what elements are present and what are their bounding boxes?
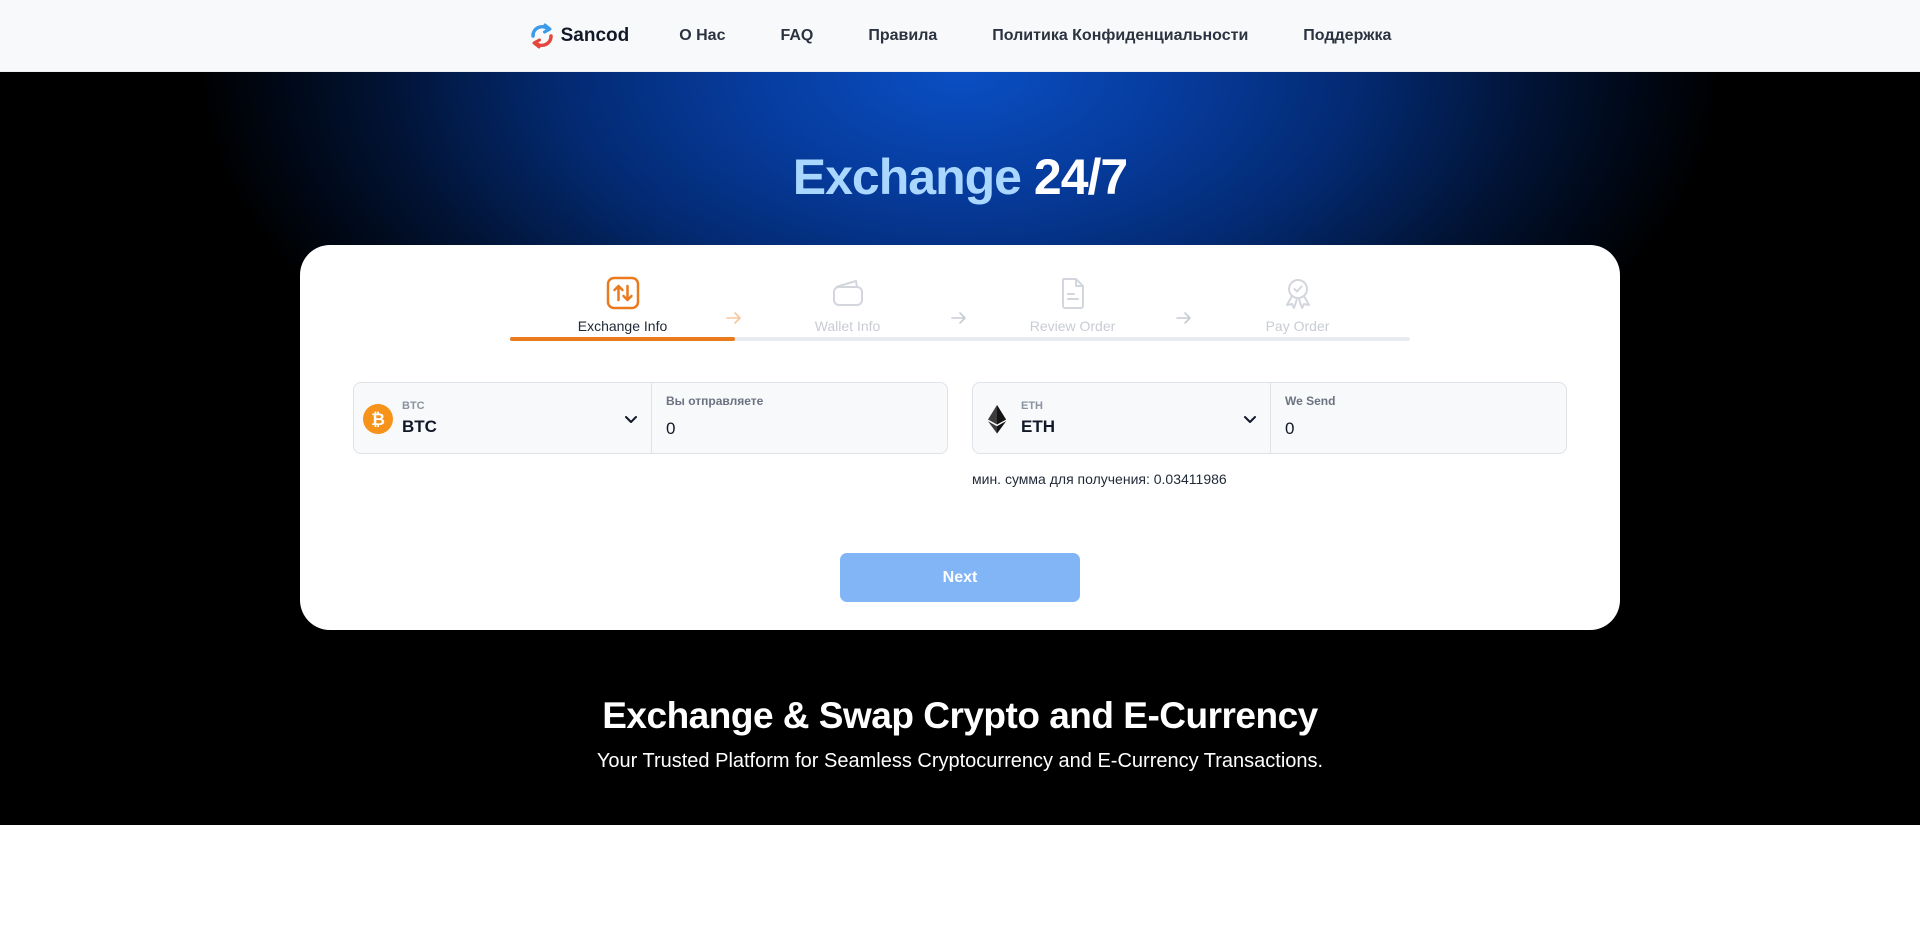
- hero-title-highlight: Exchange: [792, 149, 1022, 205]
- step-progress-fill: [510, 337, 735, 341]
- step-wallet-info[interactable]: Wallet Info: [735, 275, 960, 334]
- badge-icon: [1285, 279, 1310, 309]
- min-receive-note: мин. сумма для получения: 0.03411986: [972, 471, 1227, 487]
- hero-title: Exchange 24/7: [0, 148, 1920, 206]
- bitcoin-icon: ₿: [363, 404, 393, 434]
- sancod-logo-icon: [530, 23, 553, 48]
- step-label: Pay Order: [1265, 318, 1330, 334]
- stepper: Exchange Info Wallet Info Review Order P…: [510, 275, 1410, 341]
- receive-currency-code: ETH: [1021, 400, 1043, 412]
- hero-title-suffix: 24/7: [1033, 149, 1128, 205]
- send-amount-input[interactable]: [666, 416, 926, 442]
- top-navigation: Sancod О Нас FAQ Правила Политика Конфид…: [0, 0, 1920, 72]
- nav-link-privacy-policy[interactable]: Политика Конфиденциальности: [992, 27, 1248, 45]
- brand-name: Sancod: [560, 24, 630, 46]
- chevron-down-icon: [625, 416, 637, 423]
- step-exchange-info[interactable]: Exchange Info: [510, 275, 735, 334]
- step-progress-bar: [510, 337, 1410, 341]
- receive-amount-container: We Send: [1271, 383, 1566, 453]
- receive-amount-input[interactable]: [1285, 416, 1545, 442]
- step-label: Wallet Info: [814, 318, 881, 334]
- nav-link-about[interactable]: О Нас: [679, 27, 725, 45]
- nav-menu: Sancod О Нас FAQ Правила Политика Конфид…: [529, 23, 1391, 49]
- step-review-order[interactable]: Review Order: [960, 275, 1185, 334]
- tagline-subtitle: Your Trusted Platform for Seamless Crypt…: [596, 750, 1324, 772]
- send-amount-label: Вы отправляете: [666, 394, 764, 408]
- send-field-group: ₿ BTC BTC Вы отправляете: [353, 382, 948, 454]
- chevron-down-icon: [1244, 416, 1256, 423]
- receive-amount-label: We Send: [1285, 394, 1336, 408]
- svg-text:₿: ₿: [371, 410, 385, 430]
- brand-link[interactable]: Sancod: [529, 23, 630, 49]
- receive-currency-name: ETH: [1021, 417, 1055, 436]
- nav-link-faq[interactable]: FAQ: [780, 27, 813, 45]
- step-label: Exchange Info: [577, 318, 668, 334]
- nav-link-support[interactable]: Поддержка: [1303, 27, 1391, 45]
- wallet-icon: [832, 280, 863, 306]
- next-button[interactable]: Next: [840, 553, 1080, 602]
- hero-section: Exchange 24/7 Exchange Info Wallet Info …: [0, 72, 1920, 825]
- send-currency-select[interactable]: ₿ BTC BTC: [354, 383, 652, 453]
- tagline-title: Exchange & Swap Crypto and E-Currency: [602, 695, 1318, 736]
- document-icon: [1061, 278, 1084, 309]
- receive-field-group: ETH ETH We Send: [972, 382, 1567, 454]
- nav-link-rules[interactable]: Правила: [868, 27, 937, 45]
- step-pay-order[interactable]: Pay Order: [1185, 275, 1410, 334]
- send-currency-name: BTC: [402, 417, 437, 436]
- step-label: Review Order: [1029, 318, 1116, 334]
- exchange-card: Exchange Info Wallet Info Review Order P…: [300, 245, 1620, 630]
- send-currency-code: BTC: [402, 400, 425, 412]
- ethereum-icon: [988, 405, 1006, 434]
- exchange-icon: [606, 276, 639, 310]
- receive-currency-select[interactable]: ETH ETH: [973, 383, 1271, 453]
- send-amount-container: Вы отправляете: [652, 383, 947, 453]
